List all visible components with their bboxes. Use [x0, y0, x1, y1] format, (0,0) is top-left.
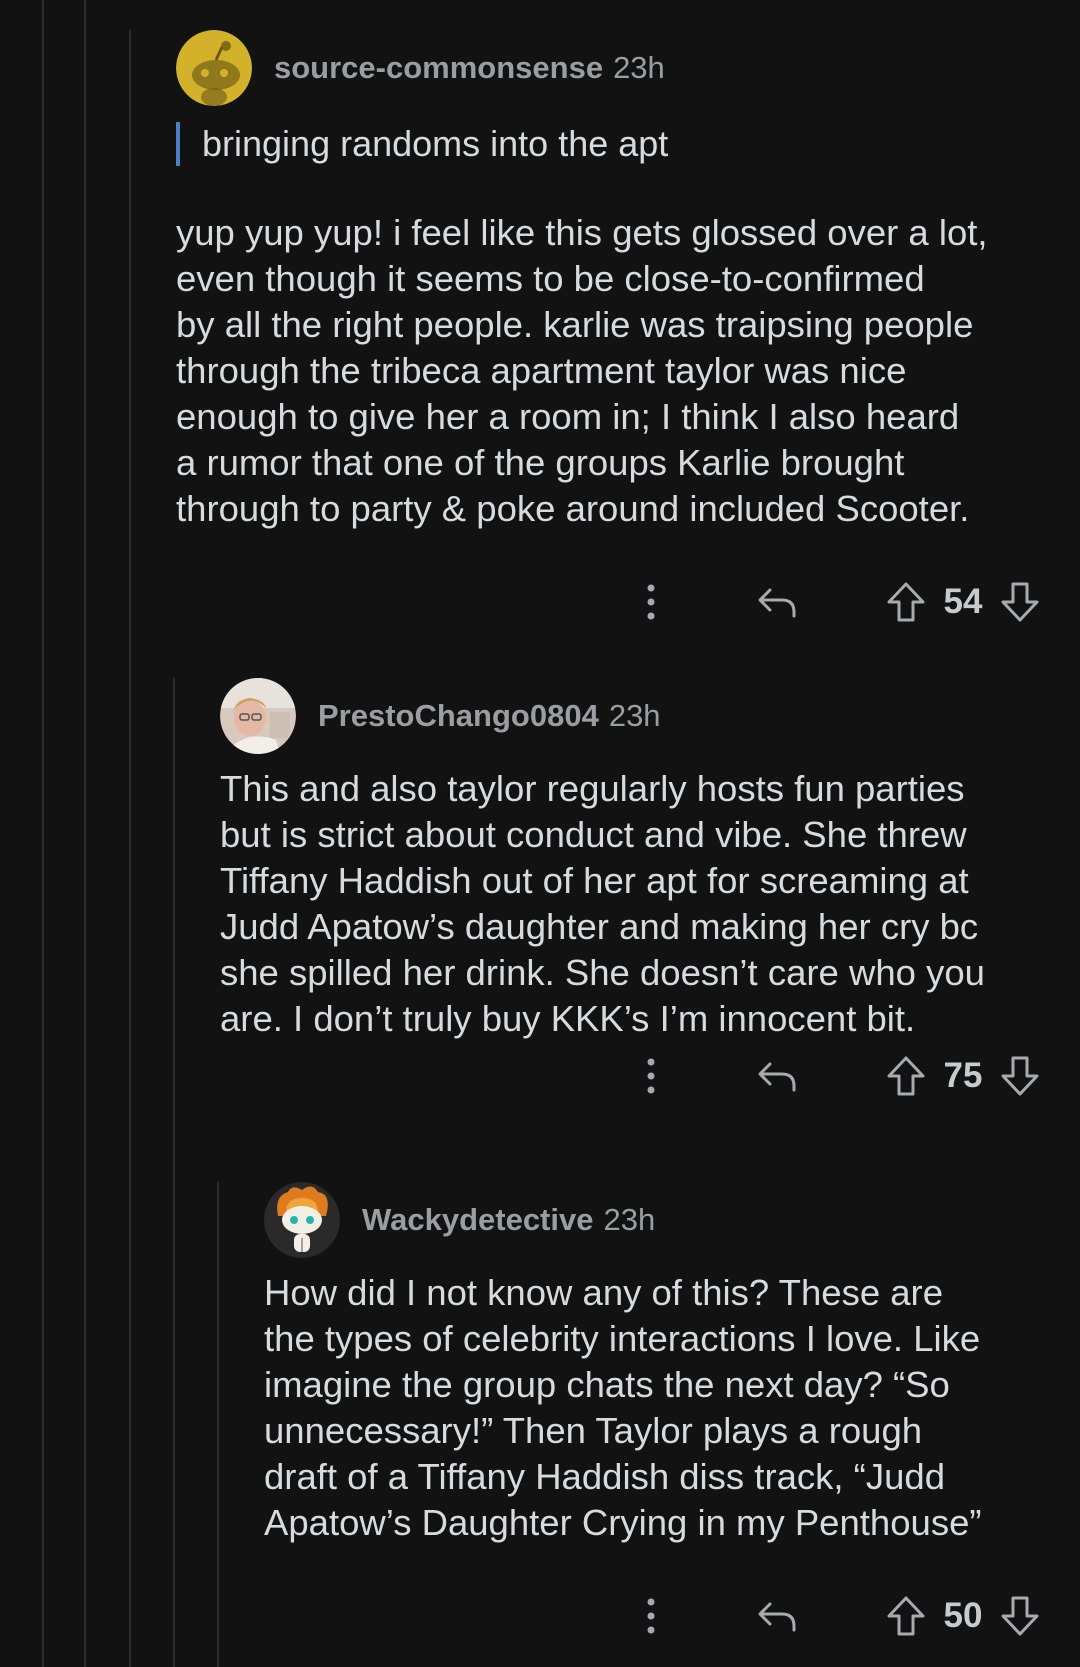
reply-icon[interactable]: [756, 1598, 800, 1634]
timestamp: 23h: [603, 1202, 656, 1237]
comment-actions: 75: [636, 1046, 1040, 1106]
vote-score: 75: [943, 1056, 983, 1095]
quote-bar: [176, 122, 180, 166]
upvote-arrow-icon[interactable]: [886, 1595, 926, 1637]
comment-header: PrestoChango0804 23h: [220, 678, 1040, 754]
more-options-icon[interactable]: [636, 1057, 666, 1095]
blockquote: bringing randoms into the apt: [176, 122, 1040, 166]
thread-line[interactable]: [42, 0, 44, 1667]
more-options-icon[interactable]: [636, 1597, 666, 1635]
vote-score: 50: [943, 1596, 983, 1635]
downvote-arrow-icon[interactable]: [1000, 581, 1040, 623]
more-options-icon[interactable]: [636, 583, 666, 621]
comment-actions: 50: [636, 1586, 1040, 1646]
comment-actions: 54: [636, 572, 1040, 632]
author-name[interactable]: source-commonsense: [274, 50, 603, 86]
avatar[interactable]: [220, 678, 296, 754]
author-name[interactable]: PrestoChango0804: [318, 698, 599, 734]
thread-line[interactable]: [173, 678, 175, 1667]
quote-text: bringing randoms into the apt: [202, 123, 669, 164]
reply-icon[interactable]: [756, 1058, 800, 1094]
comment: Wackydetective 23h How did I not know an…: [264, 1182, 1040, 1662]
comment-header: source-commonsense 23h: [176, 30, 1040, 106]
timestamp: 23h: [613, 50, 665, 85]
comment-body: This and also taylor regularly hosts fun…: [220, 768, 985, 1039]
thread-line[interactable]: [217, 1182, 219, 1667]
upvote-arrow-icon[interactable]: [886, 1055, 926, 1097]
vote-score: 54: [943, 582, 983, 621]
downvote-arrow-icon[interactable]: [1000, 1595, 1040, 1637]
thread-line[interactable]: [84, 0, 86, 1667]
thread-line[interactable]: [129, 30, 131, 1667]
avatar[interactable]: [176, 30, 252, 106]
comment-body: yup yup yup! i feel like this gets gloss…: [176, 212, 988, 529]
upvote-arrow-icon[interactable]: [886, 581, 926, 623]
author-name[interactable]: Wackydetective: [362, 1202, 593, 1238]
comment: source-commonsense 23h bringing randoms …: [176, 30, 1040, 640]
avatar[interactable]: [264, 1182, 340, 1258]
comment-body: How did I not know any of this? These ar…: [264, 1272, 982, 1543]
comment: PrestoChango0804 23h This and also taylo…: [220, 678, 1040, 1158]
comment-header: Wackydetective 23h: [264, 1182, 1040, 1258]
downvote-arrow-icon[interactable]: [1000, 1055, 1040, 1097]
reply-icon[interactable]: [756, 584, 800, 620]
timestamp: 23h: [608, 698, 661, 733]
